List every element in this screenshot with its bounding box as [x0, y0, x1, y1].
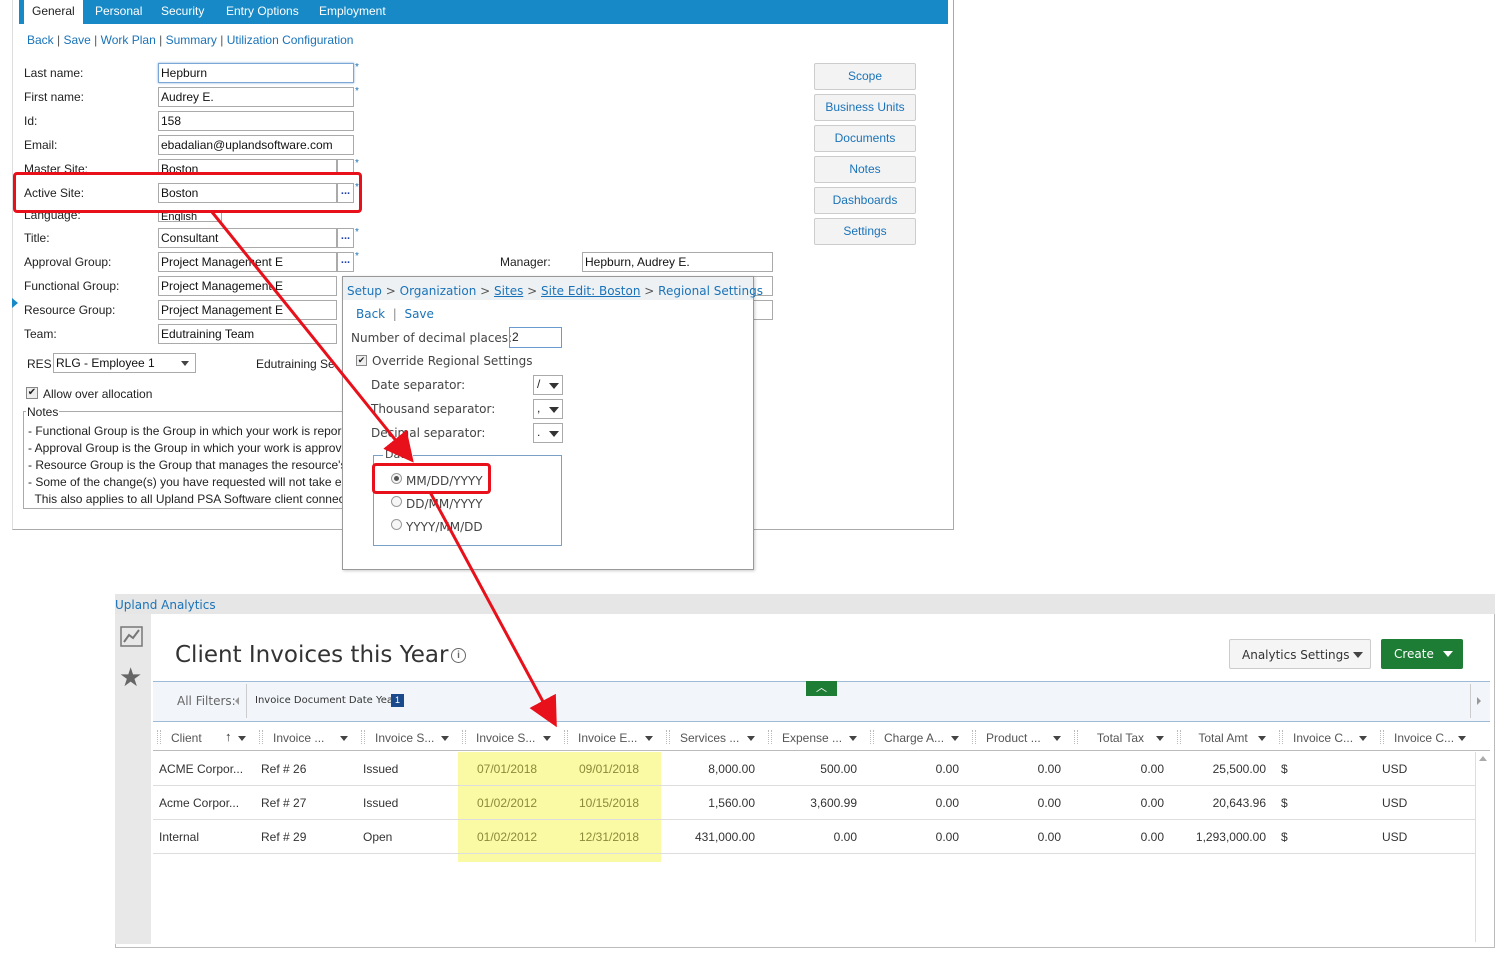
annotation-arrows	[210, 211, 557, 728]
